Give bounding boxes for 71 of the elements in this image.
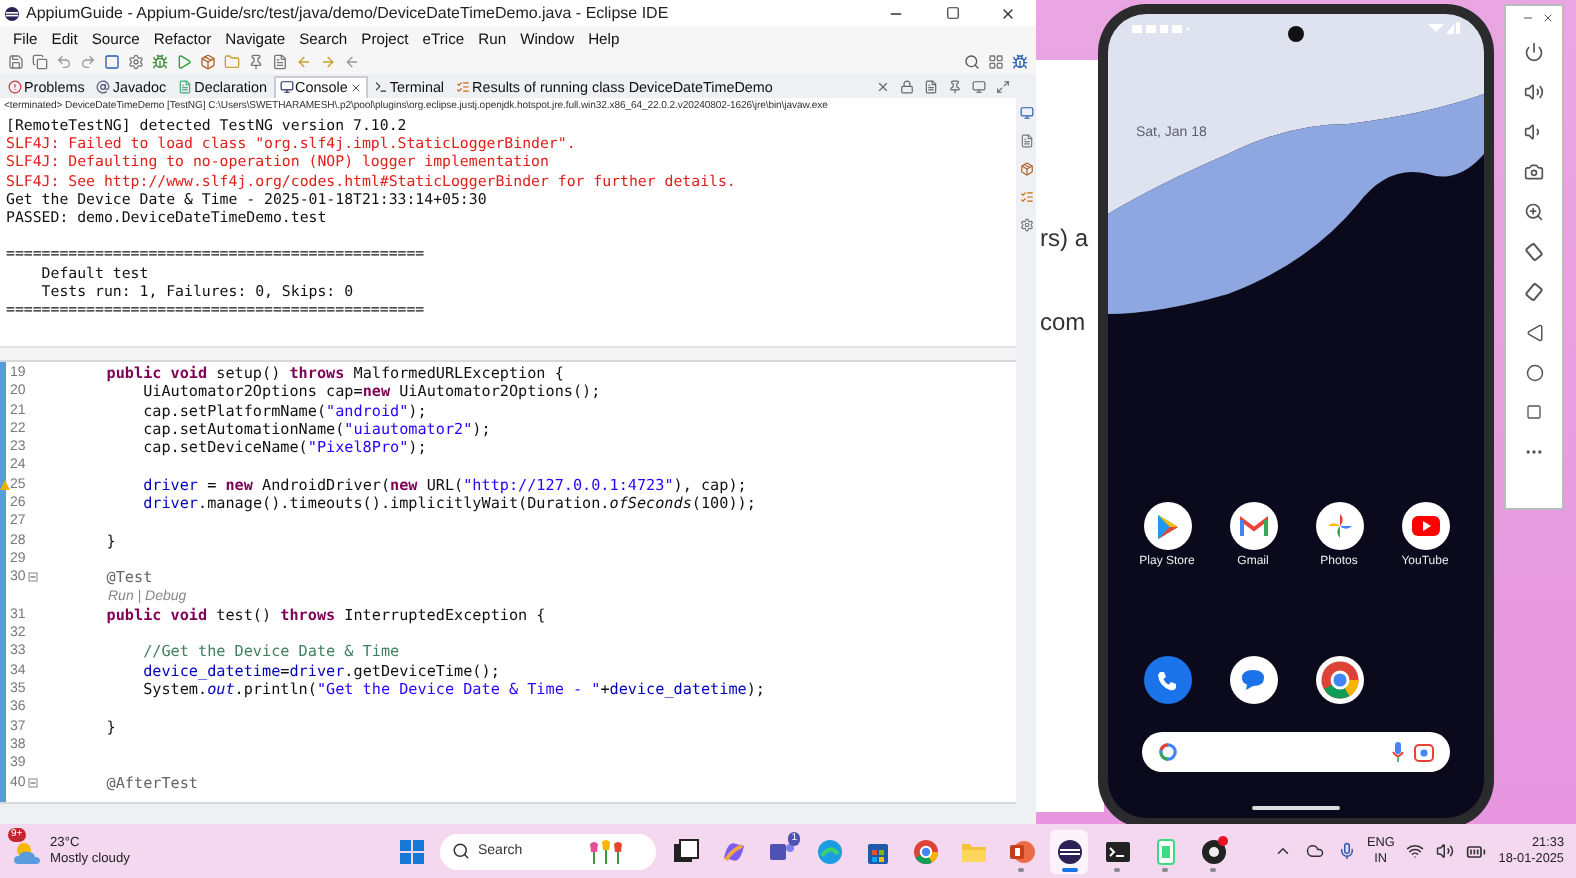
close-icon[interactable] bbox=[1542, 12, 1554, 24]
copy-icon[interactable] bbox=[30, 52, 50, 72]
swirl-icon bbox=[719, 837, 747, 865]
folder-icon[interactable] bbox=[222, 52, 242, 72]
phone-handset-icon[interactable] bbox=[1143, 656, 1191, 704]
rotate-left-icon[interactable] bbox=[1520, 238, 1548, 266]
document-text: com bbox=[1040, 308, 1088, 336]
checklist-icon[interactable] bbox=[1016, 186, 1036, 206]
warning-circle-icon bbox=[8, 80, 22, 94]
play-button-icon[interactable] bbox=[1401, 502, 1449, 550]
presentation-icon bbox=[1007, 837, 1035, 865]
wave-circle-icon bbox=[815, 837, 843, 865]
camera-lens-icon[interactable] bbox=[1414, 743, 1434, 761]
bug-icon[interactable] bbox=[1010, 52, 1030, 72]
signal-battery-icons bbox=[1428, 22, 1460, 34]
pin-icon[interactable] bbox=[944, 76, 964, 96]
document-icon bbox=[178, 80, 193, 94]
warning-icon[interactable] bbox=[0, 479, 10, 490]
bug-icon[interactable] bbox=[150, 52, 170, 72]
close-icon[interactable] bbox=[349, 81, 362, 93]
volume-up-icon[interactable] bbox=[1520, 78, 1548, 106]
save-icon[interactable] bbox=[6, 52, 26, 72]
chat-bubble-icon[interactable] bbox=[1229, 656, 1277, 704]
document-text: rs) a bbox=[1040, 224, 1090, 252]
maximize-icon[interactable] bbox=[945, 6, 959, 20]
redo-icon[interactable] bbox=[78, 52, 98, 72]
monitor-icon bbox=[279, 80, 293, 94]
terminal-icon bbox=[1103, 837, 1131, 865]
eclipse-orb-icon bbox=[1055, 837, 1083, 865]
phone-device-icon bbox=[1151, 837, 1179, 865]
grid-icon[interactable] bbox=[986, 52, 1006, 72]
browser-icon bbox=[911, 837, 939, 865]
checklist-icon bbox=[456, 80, 471, 94]
power-icon[interactable] bbox=[1520, 38, 1548, 66]
monitor-icon[interactable] bbox=[1016, 102, 1036, 122]
forward-arrow-icon[interactable] bbox=[318, 52, 338, 72]
search-icon[interactable] bbox=[962, 52, 982, 72]
pinwheel-icon[interactable] bbox=[1315, 502, 1363, 550]
pin-icon[interactable] bbox=[246, 52, 266, 72]
at-sign-icon bbox=[96, 80, 111, 94]
back-arrow-icon[interactable] bbox=[342, 52, 362, 72]
colored-ring-icon bbox=[1158, 742, 1178, 762]
document-icon[interactable] bbox=[920, 76, 940, 96]
monitor-icon[interactable] bbox=[968, 76, 988, 96]
rotate-right-icon[interactable] bbox=[1520, 278, 1548, 306]
back-arrow-icon[interactable] bbox=[294, 52, 314, 72]
zoom-in-icon[interactable] bbox=[1520, 198, 1548, 226]
microphone-icon[interactable] bbox=[1392, 742, 1404, 762]
undo-icon[interactable] bbox=[54, 52, 74, 72]
gear-icon[interactable] bbox=[126, 52, 146, 72]
lock-icon[interactable] bbox=[896, 76, 916, 96]
document-icon[interactable] bbox=[270, 52, 290, 72]
stacked-windows-icon bbox=[671, 837, 699, 865]
dark-circle-icon bbox=[1199, 837, 1227, 865]
maximize-icon[interactable] bbox=[992, 76, 1012, 96]
search-bar[interactable] bbox=[1142, 732, 1450, 772]
package-icon[interactable] bbox=[198, 52, 218, 72]
taskbar-app[interactable] bbox=[1050, 829, 1088, 873]
browser-icon[interactable] bbox=[1315, 656, 1363, 704]
gear-icon[interactable] bbox=[1016, 214, 1036, 234]
window-title: AppiumGuide - Appium-Guide/src/test/java/demo/DeviceDateTimeDemo.java - Eclipse IDE bbox=[26, 4, 669, 22]
fold-icon[interactable] bbox=[27, 572, 38, 583]
terminal-icon bbox=[373, 80, 388, 94]
close-icon[interactable] bbox=[1000, 5, 1016, 21]
document-icon[interactable] bbox=[1016, 130, 1036, 150]
square-icon[interactable] bbox=[102, 52, 122, 72]
fold-icon[interactable] bbox=[27, 777, 38, 788]
package-icon[interactable] bbox=[1016, 158, 1036, 178]
search-icon bbox=[452, 842, 470, 860]
play-icon[interactable] bbox=[174, 52, 194, 72]
envelope-icon[interactable] bbox=[1229, 502, 1277, 550]
